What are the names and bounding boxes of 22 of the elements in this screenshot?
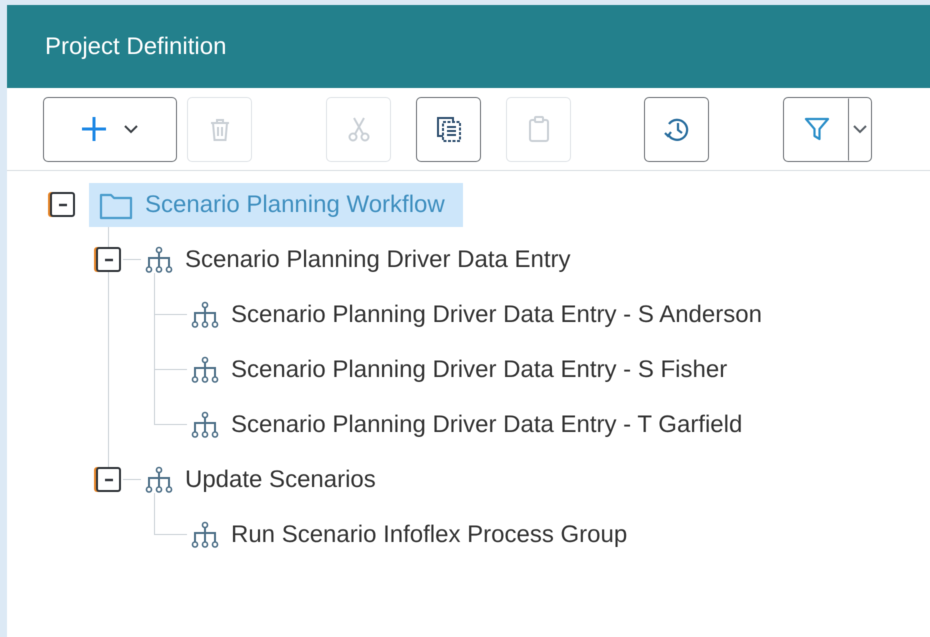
- collapse-button[interactable]: [50, 192, 75, 217]
- history-button[interactable]: [644, 96, 709, 162]
- hierarchy-icon: [191, 520, 219, 548]
- hierarchy-icon: [191, 356, 219, 384]
- tree-item[interactable]: Scenario Planning Driver Data Entry - S Anderson: [181, 292, 780, 336]
- copy-button[interactable]: [416, 96, 481, 162]
- tree-item[interactable]: Scenario Planning Driver Data Entry - T Garfield: [181, 402, 760, 446]
- collapse-button[interactable]: [96, 247, 121, 272]
- add-button[interactable]: [43, 96, 177, 162]
- plus-icon: [80, 115, 108, 143]
- hierarchy-icon: [145, 466, 173, 494]
- tree-item[interactable]: Run Scenario Infoflex Process Group: [181, 512, 646, 556]
- hierarchy-icon: [191, 410, 219, 438]
- tree-item[interactable]: Scenario Planning Driver Data Entry - S Fisher: [181, 348, 746, 392]
- hierarchy-icon: [191, 300, 219, 328]
- tree-item[interactable]: Scenario Planning Driver Data Entry: [135, 238, 589, 282]
- panel-title: Project Definition: [45, 32, 226, 62]
- tree-item[interactable]: Update Scenarios: [135, 458, 394, 502]
- copy-icon: [434, 115, 462, 143]
- filter-icon: [802, 115, 830, 143]
- hierarchy-icon: [145, 246, 173, 274]
- collapse-button[interactable]: [96, 467, 121, 492]
